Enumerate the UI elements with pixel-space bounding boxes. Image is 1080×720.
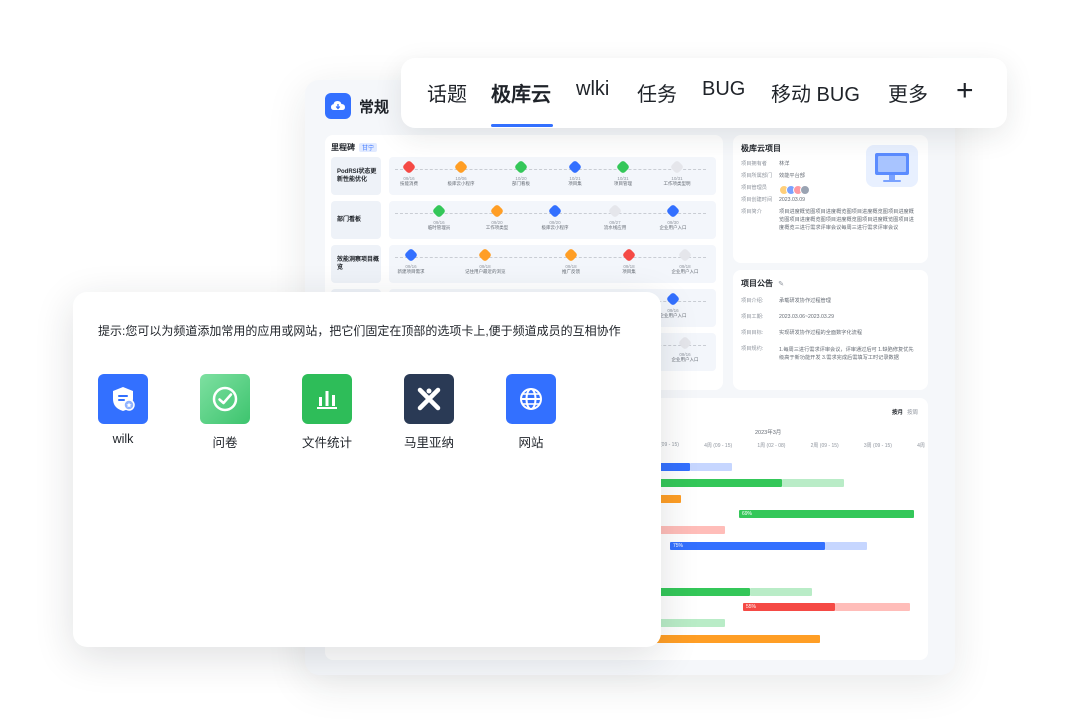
project-info-card: 极库云项目 项目拥有者 林洋 项目所属部门 效能平台部 项目管理员 项目创建时间 20… <box>733 135 928 263</box>
notice-field: 项目工期: 2023.03.06~2023.03.29 <box>741 314 834 320</box>
milestone-node[interactable]: 09/18 记住用户最近的浏览 <box>465 247 506 275</box>
admin-avatars[interactable] <box>779 185 810 195</box>
brand-header: 常规 <box>325 93 389 119</box>
edit-icon[interactable]: ✎ <box>778 281 784 288</box>
milestone-row-label: 效能洞察项目概览 <box>331 245 381 283</box>
milestone-node[interactable]: 10/20 部门看板 <box>501 159 541 187</box>
channel-title: 常规 <box>359 98 390 116</box>
tab-jikuyun[interactable]: 极库云 <box>491 78 551 107</box>
mariana-logo-icon <box>404 374 454 424</box>
gantt-view-toggle[interactable]: 按月 按周 <box>892 408 918 416</box>
tab-bug[interactable]: BUG <box>702 78 745 101</box>
gantt-bar[interactable] <box>635 635 820 643</box>
app-label: 马里亚纳 <box>403 436 454 450</box>
gantt-month-label: 2023年3月 <box>755 430 782 436</box>
milestone-node[interactable]: 09/30 企业用户入口 <box>653 203 693 231</box>
info-field: 项目管理员 <box>741 185 810 195</box>
add-tab-button[interactable]: + <box>956 71 974 111</box>
project-info-title: 极库云项目 <box>741 144 781 153</box>
milestone-row[interactable]: PodRSI状态更新性能优化 09/16 技能消费 10/06 极库云小程序 10/… <box>331 157 716 195</box>
notice-field: 项目目标: 实现研发协作过程的全面数字化流程 <box>741 330 863 336</box>
shield-doc-icon <box>98 374 148 424</box>
app-survey[interactable]: 问卷 <box>185 374 265 451</box>
milestone-row-label: PodRSI状态更新性能优化 <box>331 157 381 195</box>
milestone-tag: 甘宁 <box>359 143 378 152</box>
info-field: 项目简介 项目进度概览图项目进度概览图项目进度概览图项目进度概览图项目进度概览图项… <box>741 209 914 231</box>
milestone-node[interactable]: 09/18 推广反馈 <box>551 247 591 275</box>
milestone-row[interactable]: 部门看板 09/16 临时管理员 09/20 工作项类型 09/20 极库云小程序 0… <box>331 201 716 239</box>
tab-tasks[interactable]: 任务 <box>637 78 677 107</box>
tab-wlki[interactable]: wlki <box>576 78 609 101</box>
gantt-week-header: (09 - 15) 4周 (09 - 15) 1周 (02 - 08) 2周 (09 … <box>660 442 925 449</box>
milestone-node[interactable]: 10/31 项目管理 <box>603 159 643 187</box>
info-field: 项目所属部门 效能平台部 <box>741 173 805 179</box>
milestone-node[interactable]: 09/16 新建项目需求 <box>391 247 431 275</box>
gantt-bar-remaining <box>825 542 867 550</box>
milestone-track: 09/16 临时管理员 09/20 工作项类型 09/20 极库云小程序 09/27 流… <box>389 201 716 239</box>
milestone-node[interactable]: 10/06 极库云小程序 <box>441 159 481 187</box>
tab-mobile-bug[interactable]: 移动 BUG <box>771 78 860 107</box>
milestone-row[interactable]: 效能洞察项目概览 09/16 新建项目需求 09/18 记住用户最近的浏览 09/1… <box>331 245 716 283</box>
toggle-week[interactable]: 按周 <box>907 410 918 416</box>
toggle-month[interactable]: 按月 <box>892 410 903 416</box>
app-label: 问卷 <box>212 436 238 450</box>
channel-tab-bar: 话题 极库云 wlki 任务 BUG 移动 BUG 更多 + <box>401 58 1007 128</box>
monitor-illustration-icon <box>866 145 918 187</box>
tip-text: 提示:您可以为频道添加常用的应用或网站，把它们固定在顶部的选项卡上,便于频道成员… <box>98 324 621 338</box>
gantt-bar-remaining <box>690 463 732 471</box>
app-website[interactable]: 网站 <box>491 374 571 451</box>
app-label: 文件统计 <box>301 436 352 450</box>
info-field: 项目创建时间 2023.03.09 <box>741 197 805 203</box>
milestone-node[interactable]: 09/16 临时管理员 <box>419 203 459 231</box>
milestone-row-label: 部门看板 <box>331 201 381 239</box>
avatar <box>800 185 810 195</box>
tab-topics[interactable]: 话题 <box>427 78 467 107</box>
info-field: 项目拥有者 林洋 <box>741 161 790 167</box>
milestone-track: 09/16 技能消费 10/06 极库云小程序 10/20 部门看板 10/21 项目集… <box>389 157 716 195</box>
active-tab-indicator <box>491 124 553 127</box>
milestone-title: 里程碑 <box>331 143 355 152</box>
milestone-node[interactable]: 09/27 流水线应用 <box>595 203 635 231</box>
bar-chart-icon <box>302 374 352 424</box>
globe-icon <box>506 374 556 424</box>
milestone-header: 里程碑 甘宁 <box>331 142 378 153</box>
milestone-node[interactable]: 10/21 项目集 <box>555 159 595 187</box>
gantt-bar-remaining <box>750 588 812 596</box>
project-notice-card: 项目公告 ✎ 项目介绍: 承载研发协作过程管理 项目工期: 2023.03.06~2… <box>733 270 928 390</box>
app-label: 网站 <box>518 436 544 450</box>
check-circle-icon <box>200 374 250 424</box>
app-file-stats[interactable]: 文件统计 <box>287 374 367 451</box>
milestone-node[interactable]: 09/18 项目集 <box>609 247 649 275</box>
cloud-logo-icon <box>325 93 351 119</box>
milestone-track: 09/16 新建项目需求 09/18 记住用户最近的浏览 09/18 推广反馈 09/… <box>389 245 716 283</box>
notice-title: 项目公告 ✎ <box>741 279 785 288</box>
gantt-bar[interactable]: 75% <box>670 542 825 550</box>
notice-field: 项目规约: 1.每周三进行需求评审会议，评审通过后可 1.缺陷修复优先级高于新功能… <box>741 346 914 362</box>
gantt-bar[interactable]: 69% <box>739 510 914 518</box>
milestone-node[interactable]: 09/20 工作项类型 <box>477 203 517 231</box>
gantt-bar[interactable]: 55% <box>743 603 835 611</box>
milestone-node[interactable]: 09/20 极库云小程序 <box>535 203 575 231</box>
tab-more[interactable]: 更多 <box>888 78 928 107</box>
notice-field: 项目介绍: 承载研发协作过程管理 <box>741 298 831 304</box>
add-app-tip-dialog: 提示:您可以为频道添加常用的应用或网站，把它们固定在顶部的选项卡上,便于频道成员… <box>73 292 661 647</box>
gantt-bar-remaining <box>835 603 910 611</box>
milestone-node[interactable]: 10/31 工作项类型明 <box>657 159 697 187</box>
milestone-node[interactable]: 09/16 技能消费 <box>389 159 429 187</box>
app-label: wilk <box>112 432 134 446</box>
gantt-bar-remaining <box>782 479 844 487</box>
milestone-node[interactable]: 09/16 企业用户入口 <box>665 335 705 363</box>
milestone-node[interactable]: 09/18 企业用户入口 <box>665 247 705 275</box>
app-mariana[interactable]: 马里亚纳 <box>389 374 469 451</box>
app-wilk[interactable]: wilk <box>83 374 163 446</box>
